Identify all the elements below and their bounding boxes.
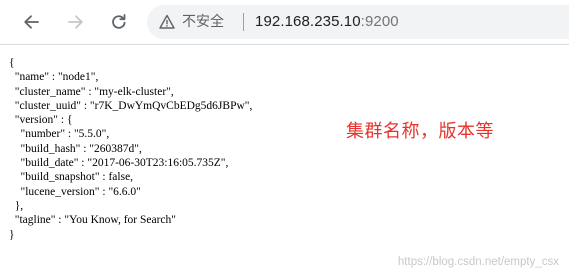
- json-line: "cluster_uuid" : "r7K_DwYmQvCbEDg5d6JBPw…: [9, 99, 253, 112]
- json-line: "build_snapshot" : false,: [9, 171, 134, 184]
- arrow-right-icon: [68, 15, 83, 29]
- warning-icon[interactable]: [159, 14, 175, 30]
- json-line: "lucene_version" : "6.6.0": [9, 185, 141, 198]
- back-button[interactable]: [18, 9, 44, 35]
- json-line: "version" : {: [9, 114, 73, 127]
- json-line: },: [9, 199, 24, 212]
- not-secure-label[interactable]: 不安全: [182, 13, 224, 31]
- json-line: {: [9, 57, 15, 69]
- json-line: "number" : "5.5.0",: [9, 128, 110, 141]
- json-line: "name" : "node1",: [9, 71, 99, 84]
- address-bar[interactable]: 不安全 192.168.235.10:9200: [147, 5, 569, 39]
- browser-toolbar: 不安全 192.168.235.10:9200: [0, 0, 569, 44]
- address-divider: [243, 13, 244, 31]
- arrow-left-icon: [24, 15, 39, 29]
- csdn-watermark: https://blog.csdn.net/empty_csx: [397, 256, 559, 268]
- json-line: }: [9, 228, 15, 241]
- json-line: "build_hash" : "260387d",: [9, 142, 142, 155]
- json-line: "cluster_name" : "my-elk-cluster",: [9, 85, 174, 98]
- url-host: 192.168.235.10: [255, 13, 361, 30]
- url-text[interactable]: 192.168.235.10:9200: [255, 13, 399, 31]
- json-response: { "name" : "node1", "cluster_name" : "my…: [9, 56, 252, 242]
- reload-button[interactable]: [106, 9, 132, 35]
- red-annotation: 集群名称，版本等: [346, 121, 494, 142]
- json-line: "tagline" : "You Know, for Search": [9, 214, 176, 227]
- reload-icon: [112, 14, 126, 29]
- forward-button[interactable]: [63, 9, 89, 35]
- json-line: "build_date" : "2017-06-30T23:16:05.735Z…: [9, 157, 229, 170]
- toolbar-divider: [0, 44, 569, 45]
- url-port: :9200: [360, 13, 399, 30]
